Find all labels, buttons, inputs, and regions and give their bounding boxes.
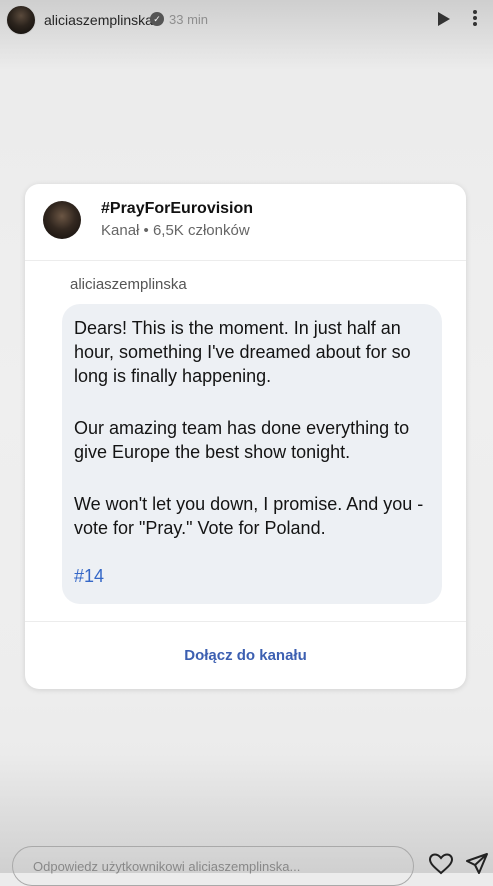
story-header: aliciaszemplinska ✓ 33 min [0, 0, 493, 40]
message-paragraph: We won't let you down, I promise. And yo… [74, 494, 424, 538]
join-channel-button[interactable]: Dołącz do kanału [25, 637, 466, 675]
channel-meta: Kanał • 6,5K członków [101, 222, 250, 239]
story-time: 33 min [169, 12, 209, 27]
channel-name: #PrayForEurovision [101, 200, 254, 217]
hashtag-link[interactable]: #14 [74, 566, 104, 587]
channel-avatar [43, 201, 81, 239]
message-bubble: Dears! This is the moment. In just half … [62, 304, 442, 604]
heart-icon[interactable] [428, 852, 454, 876]
reply-input[interactable] [12, 846, 414, 886]
story-username[interactable]: aliciaszemplinska [44, 12, 153, 28]
divider [25, 621, 466, 622]
more-icon[interactable] [466, 8, 484, 28]
post-author: aliciaszemplinska [70, 276, 187, 293]
message-paragraph: Dears! This is the moment. In just half … [74, 318, 411, 386]
avatar[interactable] [6, 5, 36, 35]
message-paragraph: Our amazing team has done everything to … [74, 418, 410, 462]
play-icon[interactable] [438, 12, 450, 26]
verified-badge-icon: ✓ [150, 12, 164, 26]
divider [25, 260, 466, 261]
send-icon[interactable] [465, 852, 489, 876]
channel-card: #PrayForEurovision Kanał • 6,5K członków… [25, 184, 466, 689]
